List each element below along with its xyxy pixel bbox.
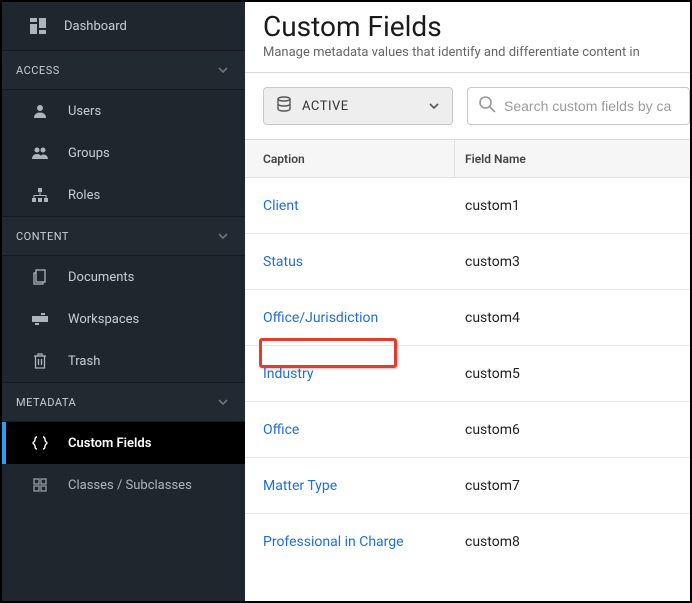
col-header-field[interactable]: Field Name [455,152,690,166]
dropdown-value: ACTIVE [302,99,349,114]
table-row: Office/Jurisdiction custom4 [245,290,690,346]
search-icon [478,95,496,117]
caption-link[interactable]: Status [263,254,303,270]
section-title: ACCESS [16,64,60,77]
caption-link[interactable]: Matter Type [263,478,337,494]
field-name: custom5 [455,366,690,382]
custom-fields-table: Caption Field Name Client custom1 Status cu… [245,140,690,570]
sidebar-item-classes[interactable]: Classes / Subclasses [2,464,245,506]
main-content: Custom Fields Manage metadata values tha… [245,2,690,601]
field-name: custom1 [455,198,690,214]
field-name: custom6 [455,422,690,438]
col-header-caption[interactable]: Caption [245,140,455,177]
nav-label: Roles [68,188,100,203]
group-icon [30,146,50,160]
search-input[interactable] [504,98,679,114]
caption-link[interactable]: Client [263,198,299,214]
status-dropdown[interactable]: ACTIVE [263,87,453,125]
chevron-down-icon [428,97,440,116]
chevron-down-icon [215,230,231,242]
sidebar-item-workspaces[interactable]: Workspaces [2,298,245,340]
roles-icon [30,188,50,202]
field-name: custom8 [455,534,690,550]
section-title: CONTENT [16,230,69,243]
nav-label: Dashboard [64,19,127,34]
section-title: METADATA [16,396,76,409]
section-metadata[interactable]: METADATA [2,382,245,422]
table-row: Industry custom5 [245,346,690,402]
dashboard-icon [28,18,48,34]
sidebar-item-custom-fields[interactable]: Custom Fields [2,422,245,464]
user-icon [30,104,50,118]
sidebar-item-groups[interactable]: Groups [2,132,245,174]
field-name: custom3 [455,254,690,270]
chevron-down-icon [215,396,231,408]
documents-icon [30,269,50,285]
table-row: Client custom1 [245,178,690,234]
nav-label: Custom Fields [68,436,151,451]
page-title: Custom Fields [245,2,690,45]
page-subtitle: Manage metadata values that identify and… [245,45,690,72]
sidebar-item-documents[interactable]: Documents [2,256,245,298]
sidebar: Dashboard ACCESS Users Groups Roles [2,2,245,601]
trash-icon [30,353,50,369]
table-row: Office custom6 [245,402,690,458]
caption-link[interactable]: Industry [263,366,313,382]
section-access[interactable]: ACCESS [2,50,245,90]
caption-link[interactable]: Office/Jurisdiction [263,310,378,326]
table-row: Matter Type custom7 [245,458,690,514]
nav-label: Users [68,104,101,119]
table-header: Caption Field Name [245,140,690,178]
section-content[interactable]: CONTENT [2,216,245,256]
toolbar: ACTIVE [245,72,690,140]
nav-label: Classes / Subclasses [68,478,192,493]
caption-link[interactable]: Professional in Charge [263,534,404,550]
nav-label: Documents [68,270,134,285]
field-name: custom7 [455,478,690,494]
chevron-down-icon [215,64,231,76]
classes-icon [30,478,50,492]
nav-label: Groups [68,146,110,161]
nav-label: Trash [68,354,100,369]
sidebar-item-dashboard[interactable]: Dashboard [2,2,245,50]
caption-link[interactable]: Office [263,422,299,438]
search-field[interactable] [467,87,690,125]
table-row: Professional in Charge custom8 [245,514,690,570]
database-icon [276,96,292,116]
sidebar-item-trash[interactable]: Trash [2,340,245,382]
field-name: custom4 [455,310,690,326]
nav-label: Workspaces [68,312,139,327]
sidebar-item-roles[interactable]: Roles [2,174,245,216]
sidebar-item-users[interactable]: Users [2,90,245,132]
table-row: Status custom3 [245,234,690,290]
workspaces-icon [30,313,50,325]
braces-icon [30,436,50,450]
